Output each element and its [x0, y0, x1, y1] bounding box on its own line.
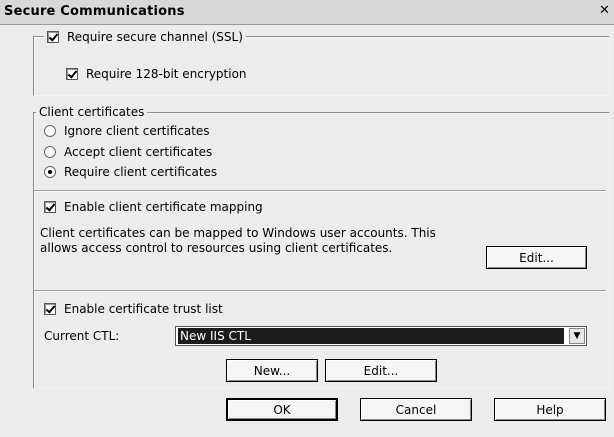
window-title: Secure Communications — [4, 4, 185, 19]
radio-accept-label: Accept client certificates — [64, 145, 213, 159]
close-icon[interactable]: ✕ — [597, 3, 612, 18]
cancel-button[interactable]: Cancel — [360, 398, 472, 421]
enable-mapping-label: Enable client certificate mapping — [64, 200, 263, 214]
radio-require-row[interactable]: Require client certificates — [44, 165, 217, 179]
enable-mapping-checkbox[interactable] — [44, 201, 56, 213]
separator-1 — [34, 190, 606, 192]
radio-require[interactable] — [44, 166, 56, 178]
client-certificates-legend: Client certificates — [36, 104, 148, 120]
ctl-edit-button[interactable]: Edit... — [325, 359, 437, 382]
separator-2 — [34, 290, 606, 292]
require-128-label: Require 128-bit encryption — [86, 67, 247, 81]
enable-ctl-row[interactable]: Enable certificate trust list — [44, 302, 223, 316]
ok-button[interactable]: OK — [226, 398, 338, 421]
enable-ctl-checkbox[interactable] — [44, 303, 56, 315]
current-ctl-label: Current CTL: — [44, 329, 120, 343]
mapping-description: Client certificates can be mapped to Win… — [40, 226, 436, 255]
ctl-new-button[interactable]: New... — [226, 359, 318, 382]
require-128-checkbox-row[interactable]: Require 128-bit encryption — [66, 67, 247, 81]
current-ctl-select[interactable]: New IIS CTL ▼ — [175, 326, 587, 346]
title-bar: Secure Communications ✕ — [0, 0, 614, 25]
mapping-edit-button[interactable]: Edit... — [486, 246, 587, 269]
help-button[interactable]: Help — [494, 398, 606, 421]
enable-ctl-label: Enable certificate trust list — [64, 302, 223, 316]
require-ssl-label: Require secure channel (SSL) — [67, 30, 243, 44]
require-128-checkbox[interactable] — [66, 68, 78, 80]
chevron-down-icon[interactable]: ▼ — [569, 328, 585, 344]
radio-ignore-row[interactable]: Ignore client certificates — [44, 124, 210, 138]
ssl-group — [33, 36, 610, 96]
enable-mapping-row[interactable]: Enable client certificate mapping — [44, 200, 263, 214]
radio-require-label: Require client certificates — [64, 165, 218, 179]
radio-accept-row[interactable]: Accept client certificates — [44, 145, 212, 159]
require-ssl-checkbox[interactable] — [47, 31, 59, 43]
secure-communications-dialog: Secure Communications ✕ Require secure c… — [0, 0, 614, 437]
radio-ignore-label: Ignore client certificates — [64, 124, 210, 138]
current-ctl-value: New IIS CTL — [178, 328, 564, 344]
radio-ignore[interactable] — [44, 125, 56, 137]
radio-accept[interactable] — [44, 146, 56, 158]
require-ssl-checkbox-row[interactable]: Require secure channel (SSL) — [44, 29, 246, 45]
